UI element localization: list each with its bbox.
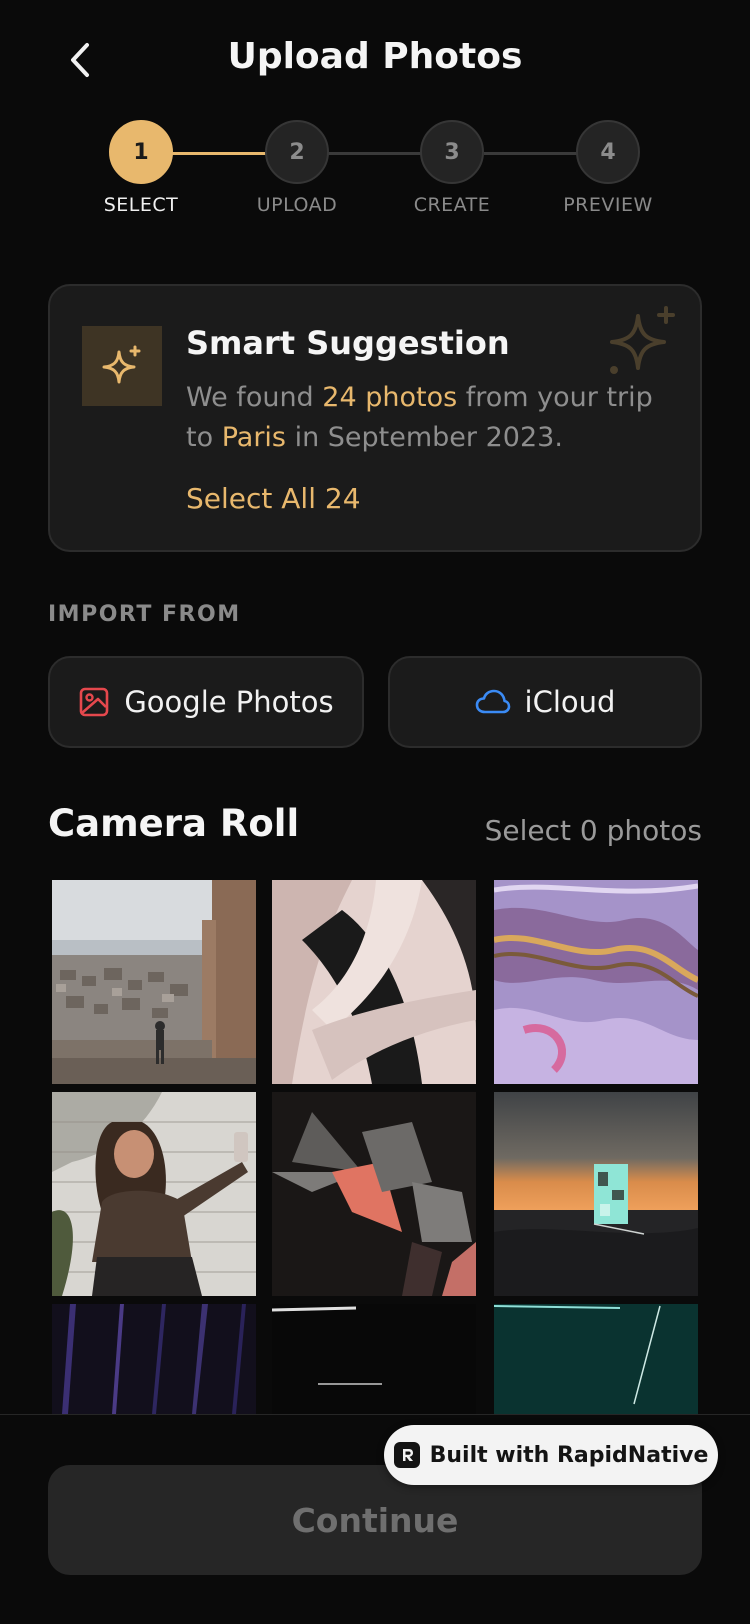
- photo-thumbnail[interactable]: [52, 880, 256, 1084]
- photo-count-highlight: 24 photos: [322, 382, 458, 413]
- dark-purple-photo: [52, 1304, 256, 1414]
- step-create[interactable]: 3 CREATE: [392, 120, 512, 216]
- page-title: Upload Photos: [227, 36, 523, 77]
- step-label: SELECT: [103, 194, 179, 216]
- suggestion-icon-box: [82, 326, 162, 406]
- sparkles-icon: [102, 345, 141, 384]
- import-from-label: IMPORT FROM: [48, 602, 241, 627]
- photo-thumbnail[interactable]: [52, 1092, 256, 1296]
- photo-thumbnail[interactable]: [272, 1304, 476, 1414]
- step-label: UPLOAD: [256, 194, 338, 216]
- header: Upload Photos: [0, 0, 750, 120]
- photo-thumbnail[interactable]: [494, 880, 698, 1084]
- google-photos-button[interactable]: Google Photos: [48, 656, 364, 748]
- cloud-icon: [475, 689, 510, 714]
- text-part: We found: [186, 382, 323, 413]
- photo-grid: [52, 880, 698, 1414]
- smart-suggestion-card: Smart Suggestion We found 24 photos from…: [48, 284, 702, 552]
- dark-minimal-photo: [272, 1304, 476, 1414]
- icloud-button[interactable]: iCloud: [388, 656, 702, 748]
- google-photos-label: Google Photos: [124, 685, 334, 719]
- text-part: in September 2023.: [286, 422, 563, 453]
- step-number: 3: [420, 120, 484, 184]
- camera-roll-title: Camera Roll: [48, 802, 300, 845]
- rapidnative-logo-icon: [393, 1442, 420, 1468]
- step-number: 4: [576, 120, 640, 184]
- photo-thumbnail[interactable]: [272, 1092, 476, 1296]
- photo-thumbnail[interactable]: [272, 880, 476, 1084]
- icloud-label: iCloud: [524, 685, 616, 719]
- built-with-badge[interactable]: Built with RapidNative: [384, 1425, 718, 1485]
- progress-stepper: 1 SELECT 2 UPLOAD 3 CREATE 4 PREVIEW: [0, 120, 750, 230]
- sparkles-icon: [610, 306, 675, 374]
- geometric-shapes-photo: [272, 1092, 476, 1296]
- step-number: 1: [109, 120, 173, 184]
- step-label: PREVIEW: [563, 194, 653, 216]
- photo-thumbnail[interactable]: [52, 1304, 256, 1414]
- suggestion-title: Smart Suggestion: [186, 324, 510, 362]
- photo-thumbnail[interactable]: [494, 1092, 698, 1296]
- abstract-3d-photo: [272, 880, 476, 1084]
- step-preview[interactable]: 4 PREVIEW: [548, 120, 668, 216]
- step-number: 2: [265, 120, 329, 184]
- step-label: CREATE: [413, 194, 491, 216]
- badge-label: Built with RapidNative: [429, 1442, 709, 1468]
- desert-sunset-photo: [494, 1092, 698, 1296]
- photo-thumbnail[interactable]: [494, 1304, 698, 1414]
- select-photos-button[interactable]: Select 0 photos: [485, 814, 702, 847]
- city-view-photo: [52, 880, 256, 1084]
- place-highlight: Paris: [221, 422, 286, 453]
- select-all-button[interactable]: Select All 24: [186, 482, 361, 515]
- suggestion-text: We found 24 photos from your trip to Par…: [186, 378, 656, 458]
- dark-teal-photo: [494, 1304, 698, 1414]
- image-icon: [80, 687, 109, 717]
- step-upload[interactable]: 2 UPLOAD: [237, 120, 357, 216]
- selfie-woman-photo: [52, 1092, 256, 1296]
- purple-marble-photo: [494, 880, 698, 1084]
- step-select[interactable]: 1 SELECT: [81, 120, 201, 216]
